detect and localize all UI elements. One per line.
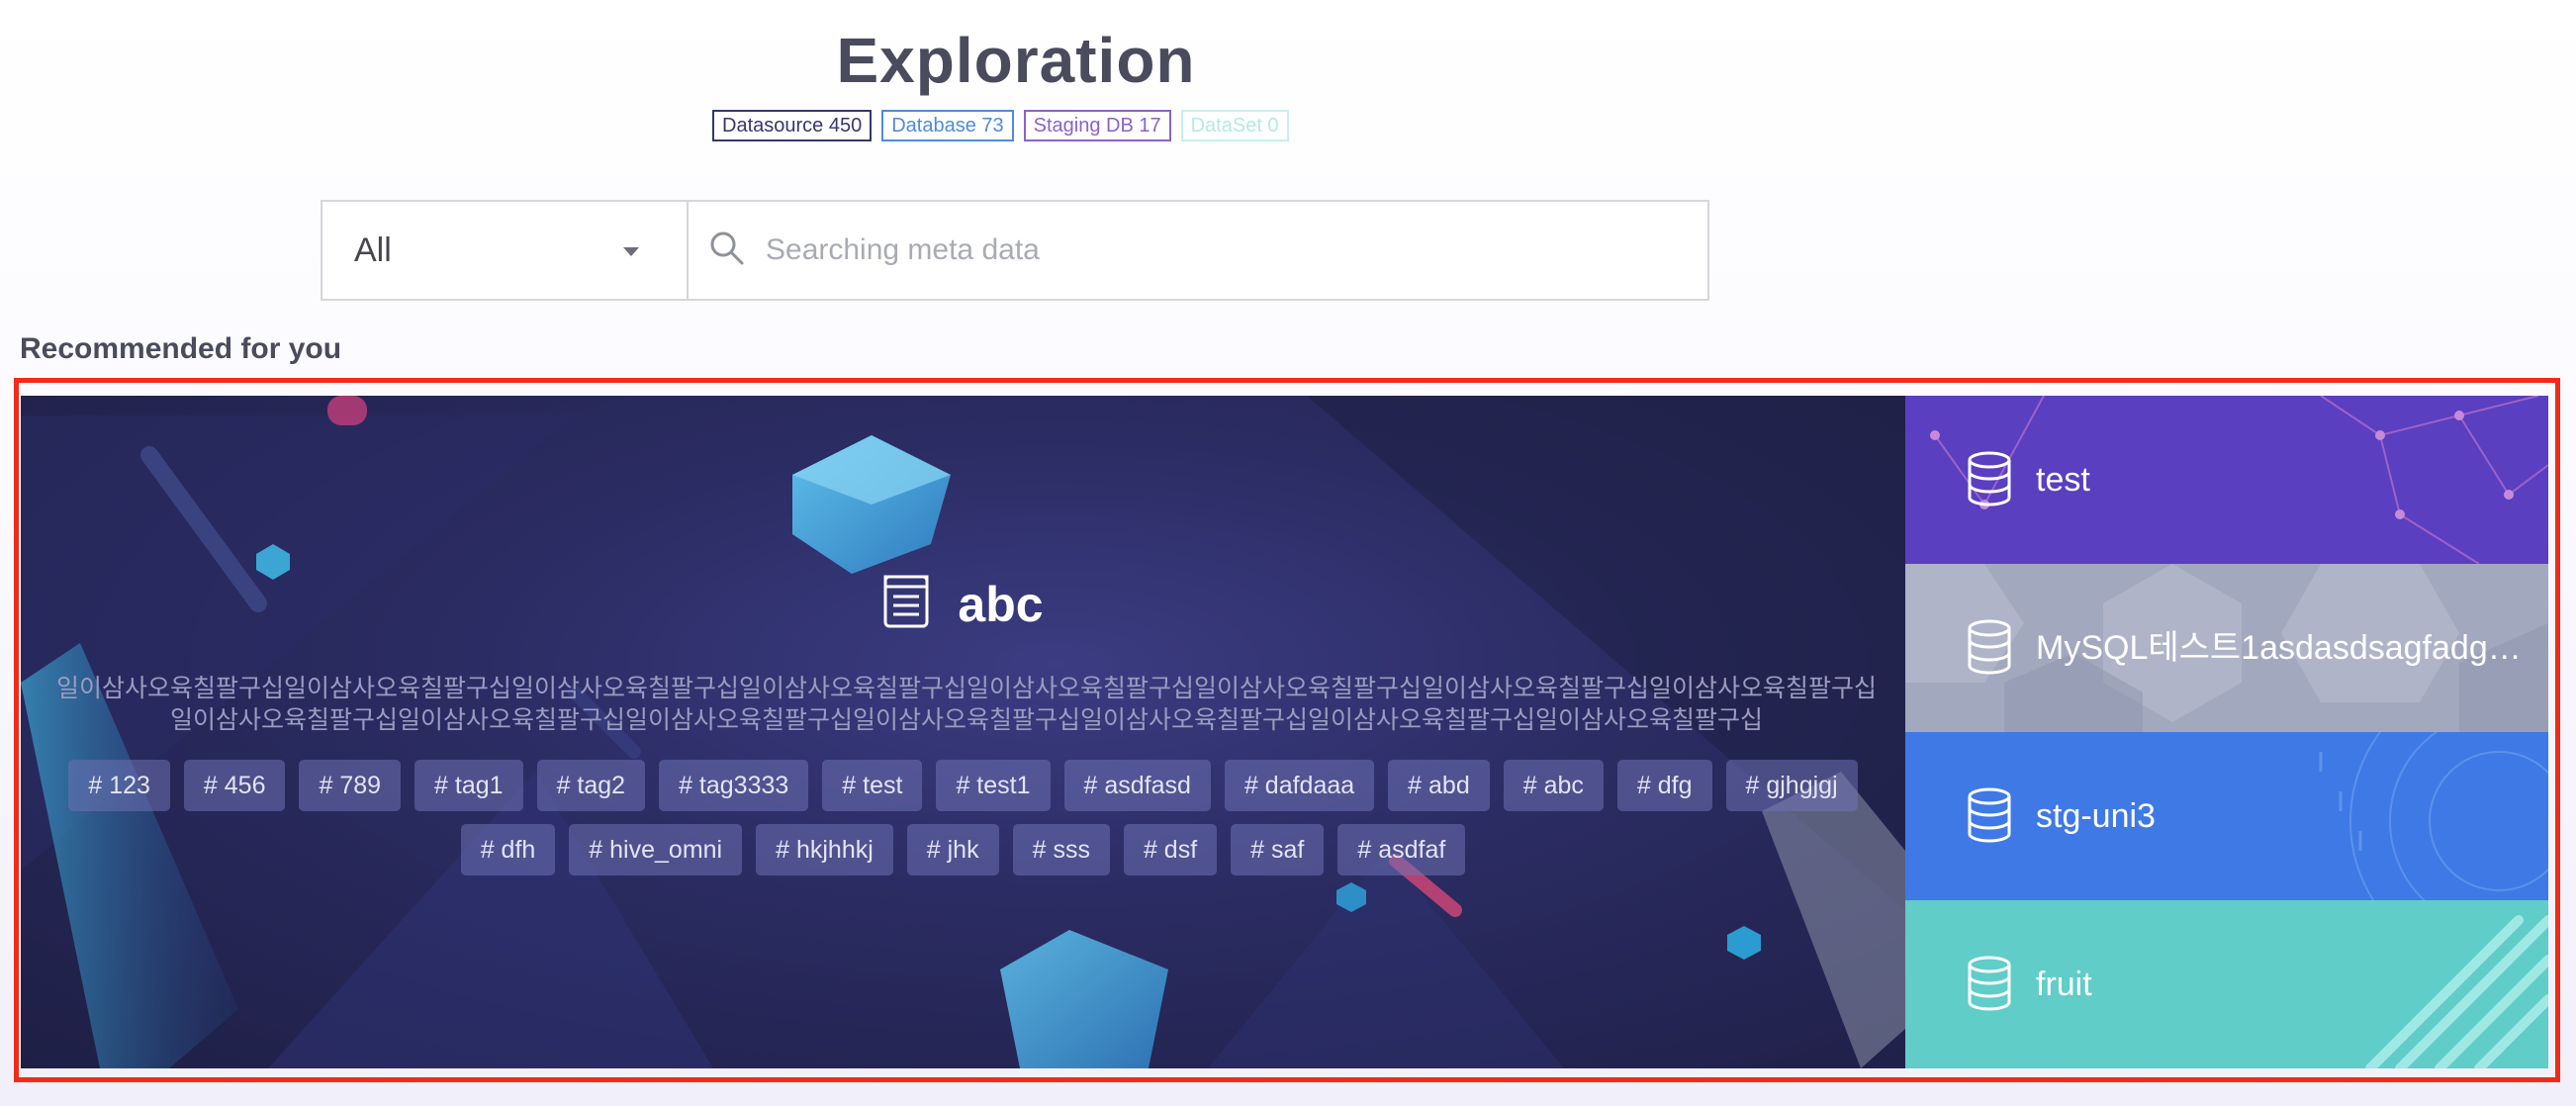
search-icon [708,230,746,272]
document-list-icon [882,574,930,634]
tag-chip[interactable]: # 123 [68,760,170,811]
tag-chip[interactable]: # 456 [183,760,286,811]
database-icon [1967,955,2012,1017]
tag-chip[interactable]: # saf [1231,824,1325,876]
database-icon [1967,450,2012,512]
featured-heading: abc [21,574,1905,634]
tag-chip[interactable]: # dfh [460,824,556,876]
database-icon [1967,786,2012,849]
tag-chip[interactable]: # test1 [936,760,1051,811]
tag-chip[interactable]: # asdfasd [1063,760,1211,811]
tag-chip[interactable]: # abd [1388,760,1490,811]
recommended-item-name: test [2036,461,2090,499]
featured-title: abc [958,576,1044,632]
search-input[interactable] [764,232,1658,268]
tag-chip[interactable]: # tag1 [414,760,523,811]
dataset-count-badge[interactable]: DataSet 0 [1180,110,1289,141]
tag-chip[interactable]: # asdfaf [1337,824,1466,876]
database-icon [1967,618,2012,681]
recommended-item-name: MySQL테스트1asdasdsagfadgadgadgadgadg [2036,629,2530,667]
tag-chip[interactable]: # jhk [906,824,999,876]
tag-chip[interactable]: # tag2 [536,760,646,811]
tag-chip[interactable]: # dafdaaa [1224,760,1375,811]
staging-db-count-badge[interactable]: Staging DB 17 [1023,110,1171,141]
tag-chip[interactable]: # hive_omni [569,824,743,876]
recommended-item-name: stg-uni3 [2036,797,2156,835]
tag-chip[interactable]: # sss [1012,824,1110,876]
tag-chip[interactable]: # abc [1503,760,1604,811]
tag-chip[interactable]: # test [822,760,923,811]
recommended-item-fruit[interactable]: fruit [1905,900,2548,1068]
featured-recommendation-card[interactable]: abc 일이삼사오육칠팔구십일이삼사오육칠팔구십일이삼사오육칠팔구십일이삼사오육… [21,396,1905,1068]
featured-description: 일이삼사오육칠팔구십일이삼사오육칠팔구십일이삼사오육칠팔구십일이삼사오육칠팔구십… [56,674,1878,734]
tag-chip[interactable]: # hkjhhkj [756,824,893,876]
page-title: Exploration [836,25,1196,96]
recommended-item-mysql[interactable]: MySQL테스트1asdasdsagfadgadgadgadgadg [1905,564,2548,732]
featured-tag-list: # 123 # 456 # 789 # tag1 # tag2 # tag3333 # te… [60,760,1866,876]
recommended-item-stg-uni3[interactable]: stg-uni3 [1905,732,2548,900]
chevron-down-icon [623,247,639,256]
recommended-list: test MySQL테스트1asdasdsagfadgadgadgadgadg [1905,396,2548,1068]
tag-chip[interactable]: # gjhgjgj [1725,760,1858,811]
database-count-badge[interactable]: Database 73 [881,110,1014,141]
exploration-page: Exploration Datasource 450 Database 73 S… [0,0,2576,1106]
recommended-heading: Recommended for you [20,332,342,365]
search-query-area [689,202,1707,299]
search-scope-select[interactable]: All [322,202,689,299]
datasource-count-badge[interactable]: Datasource 450 [712,110,873,141]
tag-chip[interactable]: # dfg [1616,760,1712,811]
recommended-item-test[interactable]: test [1905,396,2548,564]
tag-chip[interactable]: # dsf [1123,824,1218,876]
tag-chip[interactable]: # tag3333 [659,760,809,811]
recommended-item-name: fruit [2036,966,2092,1003]
search-bar: All [321,200,1709,301]
search-scope-value: All [354,230,392,269]
tag-chip[interactable]: # 789 [299,760,402,811]
stats-badges: Datasource 450 Database 73 Staging DB 17… [712,110,1289,141]
